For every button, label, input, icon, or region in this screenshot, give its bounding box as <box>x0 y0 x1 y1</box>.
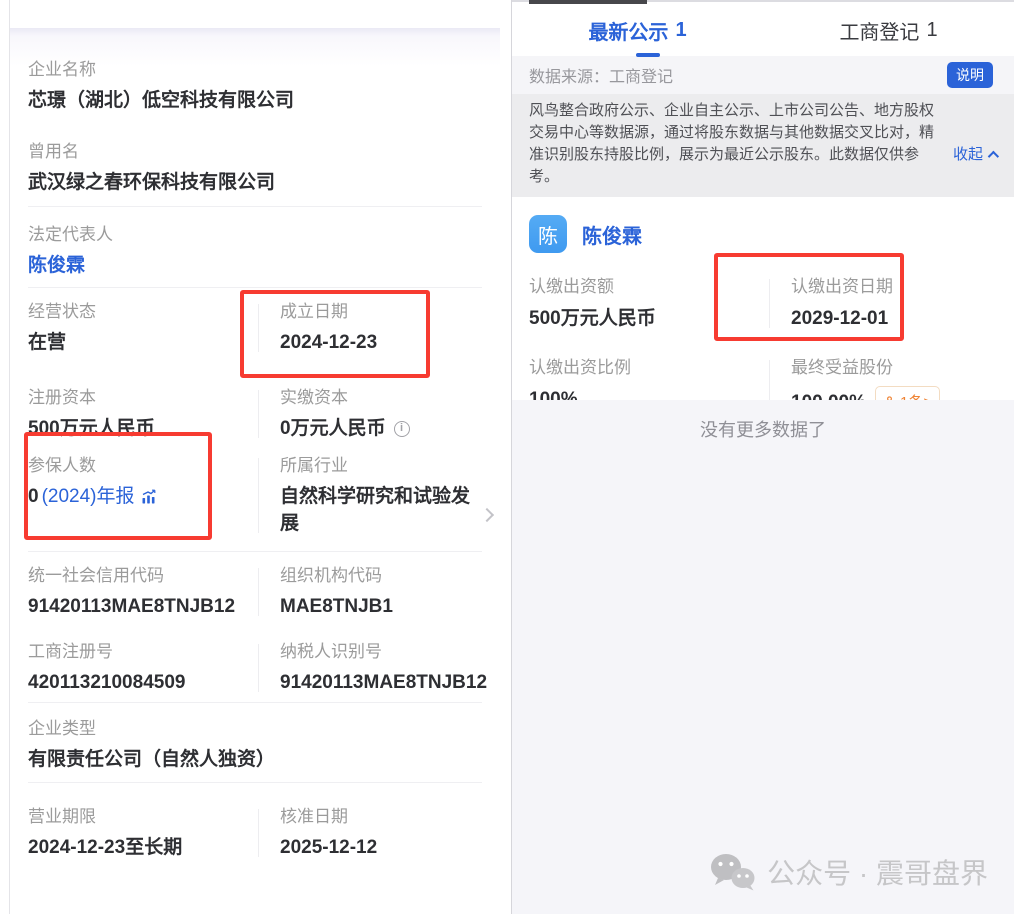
no-more-data-text: 没有更多数据了 <box>512 400 1014 442</box>
company-name-label: 企业名称 <box>28 58 482 82</box>
field-subscription-date: 认缴出资日期 2029-12-01 <box>769 275 997 332</box>
field-credit-code: 统一社会信用代码 91420113MAE8TNJB12 <box>28 564 258 620</box>
field-registration-number: 工商注册号 420113210084509 <box>28 640 258 696</box>
business-status-value: 在营 <box>28 329 258 356</box>
divider <box>28 782 482 783</box>
tab-registration-count: 1 <box>926 19 937 42</box>
org-code-value: MAE8TNJB1 <box>280 593 482 620</box>
approval-date-value: 2025-12-12 <box>280 834 482 861</box>
shareholder-avatar[interactable]: 陈 <box>529 215 567 253</box>
divider <box>28 702 482 703</box>
divider <box>28 287 482 288</box>
list-end-zone: 没有更多数据了 <box>512 400 1014 914</box>
field-former-name: 曾用名 武汉绿之春环保科技有限公司 <box>28 140 482 196</box>
subscription-date-value: 2029-12-01 <box>791 305 997 332</box>
field-approval-date: 核准日期 2025-12-12 <box>258 805 482 861</box>
shareholder-name-link[interactable]: 陈俊霖 <box>582 220 642 249</box>
company-type-value: 有限责任公司（自然人独资） <box>28 746 482 773</box>
wechat-icon <box>709 853 756 891</box>
company-name-value: 芯璟（湖北）低空科技有限公司 <box>28 87 482 114</box>
taxpayer-id-value: 91420113MAE8TNJB12 <box>280 669 487 696</box>
field-legal-representative: 法定代表人 陈俊霖 <box>28 223 482 279</box>
industry-value: 自然科学研究和试验发展 <box>280 483 484 537</box>
field-business-term: 营业期限 2024-12-23至长期 <box>28 805 258 861</box>
tab-bar: 最新公示 1 工商登记 1 <box>512 4 1014 56</box>
info-icon[interactable] <box>394 421 410 437</box>
tab-latest-count: 1 <box>675 19 686 42</box>
paid-capital-value: 0万元人民币 <box>280 415 386 442</box>
company-info-card: 企业名称 芯璟（湖北）低空科技有限公司 曾用名 武汉绿之春环保科技有限公司 法定… <box>10 28 500 914</box>
data-source-bar: 数据来源：工商登记 说明 <box>512 56 1014 94</box>
tab-latest-disclosure[interactable]: 最新公示 1 <box>512 4 763 56</box>
former-name-label: 曾用名 <box>28 140 482 164</box>
field-company-name: 企业名称 芯璟（湖北）低空科技有限公司 <box>28 58 482 114</box>
field-subscribed-amount: 认缴出资额 500万元人民币 <box>529 275 769 332</box>
notice-text: 风鸟整合政府公示、企业自主公示、上市公司公告、地方股权交易中心等数据源，通过将股… <box>529 102 934 185</box>
field-org-code: 组织机构代码 MAE8TNJB1 <box>258 564 482 620</box>
data-source-notice: 收起 风鸟整合政府公示、企业自主公示、上市公司公告、地方股权交易中心等数据源，通… <box>512 94 1014 197</box>
former-name-value: 武汉绿之春环保科技有限公司 <box>28 169 482 196</box>
establishment-date-value: 2024-12-23 <box>280 329 482 356</box>
field-registered-capital: 注册资本 500万元人民币 <box>28 386 258 442</box>
annual-report-link[interactable]: (2024)年报 <box>42 483 135 510</box>
credit-code-value: 91420113MAE8TNJB12 <box>28 593 258 620</box>
insured-count-value: 0 <box>28 483 39 510</box>
watermark: 公众号 · 震哥盘界 <box>709 852 988 892</box>
field-taxpayer-id: 纳税人识别号 91420113MAE8TNJB12 <box>258 640 487 696</box>
divider <box>28 551 482 552</box>
explain-button[interactable]: 说明 <box>947 62 993 88</box>
business-term-value: 2024-12-23至长期 <box>28 834 258 861</box>
field-paid-capital: 实缴资本 0万元人民币 <box>258 386 482 442</box>
field-establishment-date: 成立日期 2024-12-23 <box>258 300 482 356</box>
tab-business-registration[interactable]: 工商登记 1 <box>763 4 1014 56</box>
watermark-text: 公众号 · 震哥盘界 <box>767 852 988 892</box>
legal-rep-label: 法定代表人 <box>28 223 482 247</box>
chevron-up-icon <box>988 151 999 162</box>
collapse-link[interactable]: 收起 <box>953 144 996 166</box>
registered-capital-value: 500万元人民币 <box>28 415 258 442</box>
shareholder-card: 陈 陈俊霖 认缴出资额 500万元人民币 认缴出资日期 2029-12-01 认… <box>512 215 1014 419</box>
registration-number-value: 420113210084509 <box>28 669 258 696</box>
shareholder-panel: 最新公示 1 工商登记 1 数据来源：工商登记 说明 收起 风鸟整合政府公示、企… <box>512 0 1014 914</box>
annual-report-chart-icon[interactable] <box>141 489 157 505</box>
data-source-text: 数据来源：工商登记 <box>529 63 673 87</box>
active-tab-underline <box>636 53 660 57</box>
subscribed-amount-value: 500万元人民币 <box>529 305 769 332</box>
field-business-status: 经营状态 在营 <box>28 300 258 356</box>
divider <box>28 206 482 207</box>
legal-rep-link[interactable]: 陈俊霖 <box>28 255 85 276</box>
field-industry[interactable]: 所属行业 自然科学研究和试验发展 <box>258 454 484 537</box>
field-company-type: 企业类型 有限责任公司（自然人独资） <box>28 717 482 773</box>
composite-screenshot: 企业名称 芯璟（湖北）低空科技有限公司 曾用名 武汉绿之春环保科技有限公司 法定… <box>0 0 1014 914</box>
field-insured-persons: 参保人数 0 (2024)年报 <box>28 454 258 537</box>
